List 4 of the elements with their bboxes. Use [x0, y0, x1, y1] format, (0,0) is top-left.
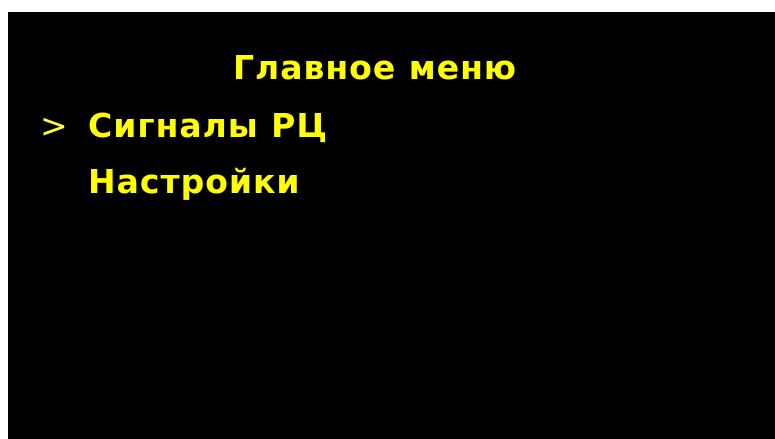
selection-cursor: >: [40, 106, 68, 145]
menu-item[interactable]: Настройки: [88, 162, 301, 202]
menu-title: Главное меню: [233, 48, 517, 88]
menu-item[interactable]: Сигналы РЦ: [88, 106, 328, 146]
